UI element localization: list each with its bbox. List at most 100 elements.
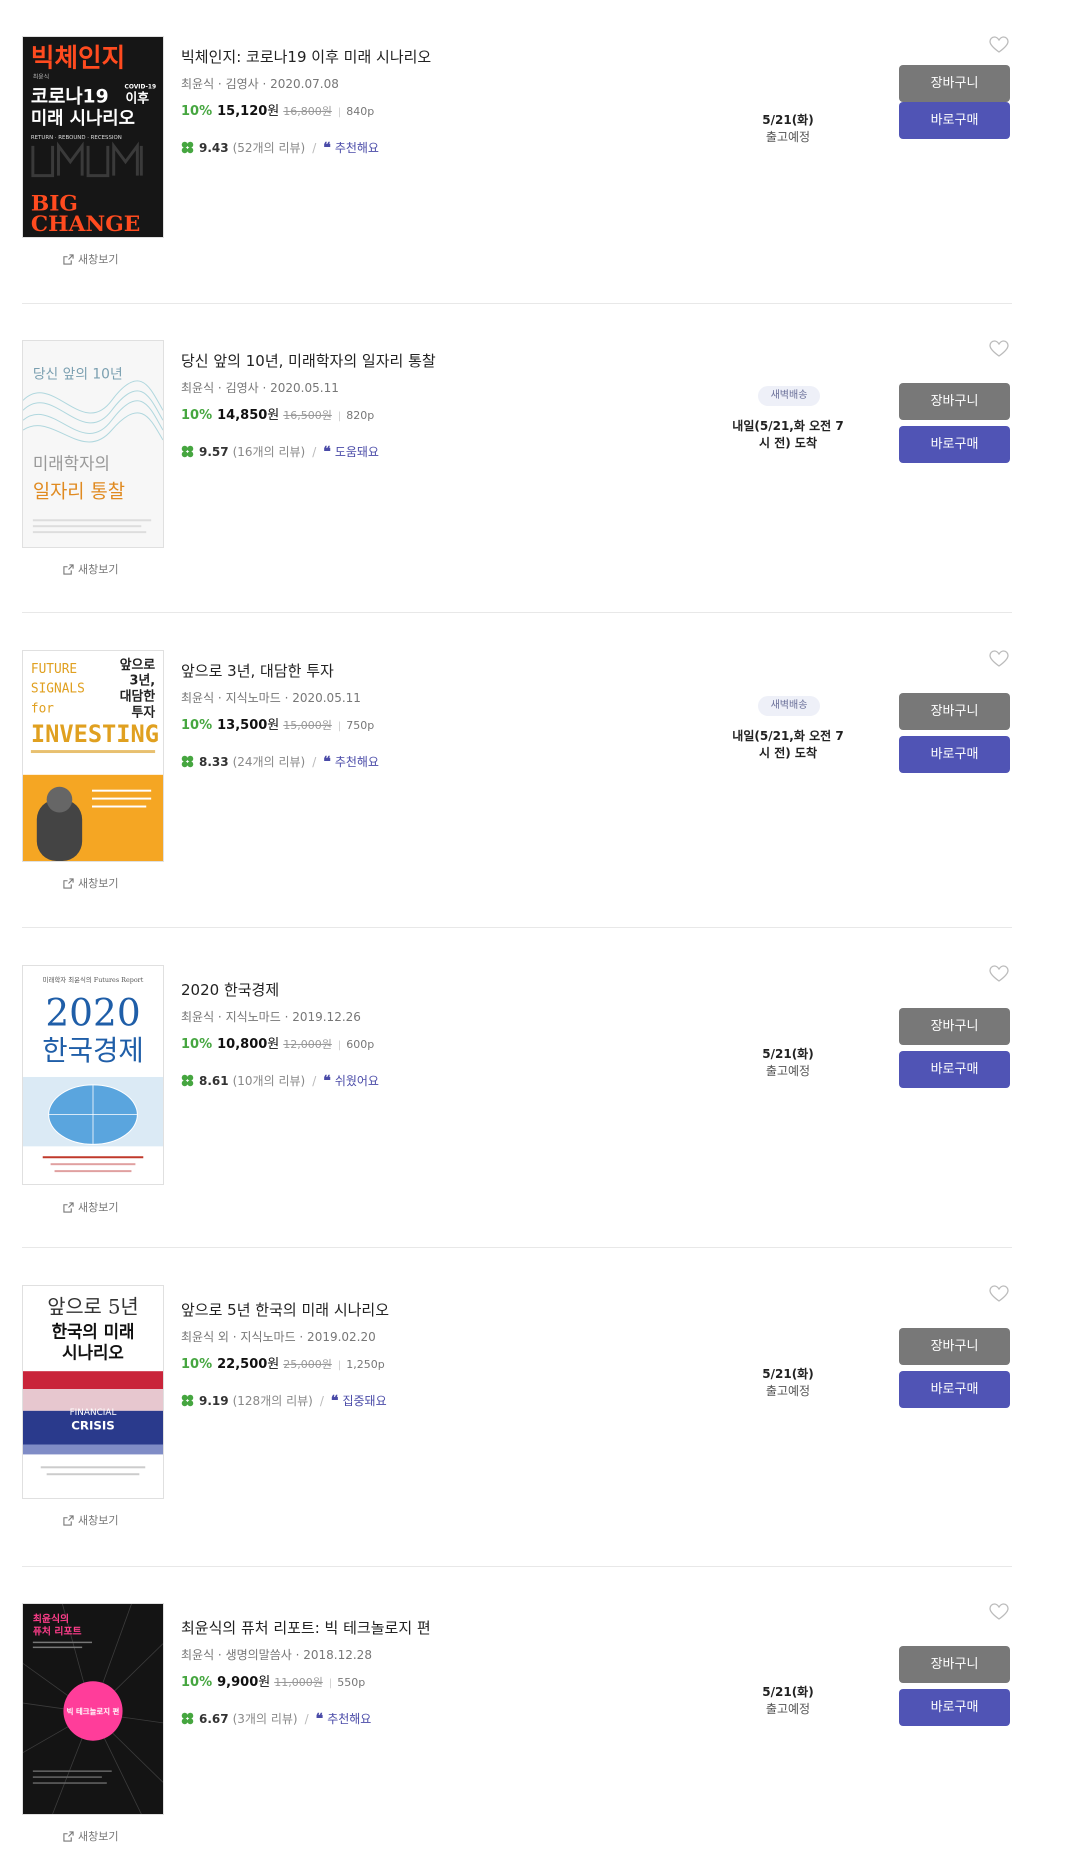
- shipping-info: 내일(5/21,화 오전 7 시 전) 도착: [728, 418, 848, 452]
- shipping-status: 출고예정: [765, 1064, 811, 1078]
- external-link-icon: [63, 1201, 74, 1213]
- shipping-date: 5/21(화): [762, 1367, 814, 1381]
- cover-text: 퓨처 리포트: [33, 1625, 82, 1638]
- new-window-link[interactable]: 새창보기: [63, 1512, 118, 1528]
- clover-icon: [181, 1074, 194, 1087]
- heart-icon[interactable]: [989, 1603, 1009, 1621]
- book-meta: 최윤식 외 · 지식노마드 · 2019.02.20: [181, 1330, 376, 1344]
- add-to-cart-button[interactable]: 장바구니: [899, 693, 1010, 730]
- review-count[interactable]: (10개의 리뷰): [233, 1072, 306, 1089]
- cover-text: 최윤식의: [33, 1612, 69, 1625]
- cover-text: 앞으로 5년: [47, 1296, 138, 1319]
- book-cover[interactable]: 당신 앞의 10년 미래학자의 일자리 통찰: [22, 340, 164, 548]
- shipping-date: 5/21(화): [762, 113, 814, 127]
- add-to-cart-button[interactable]: 장바구니: [899, 1008, 1010, 1045]
- rating-line: 9.19 (128개의 리뷰) / ❝ 집중돼요: [181, 1392, 387, 1409]
- book-title[interactable]: 당신 앞의 10년, 미래학자의 일자리 통찰: [181, 350, 436, 371]
- review-count[interactable]: (128개의 리뷰): [233, 1392, 313, 1409]
- currency-unit: 원: [258, 1675, 271, 1690]
- clover-icon: [181, 1712, 194, 1725]
- add-to-cart-button[interactable]: 장바구니: [899, 1646, 1010, 1683]
- original-price: 11,000원: [274, 1676, 323, 1689]
- reward-points: 750p: [346, 719, 375, 732]
- heart-icon[interactable]: [989, 36, 1009, 54]
- review-count[interactable]: (3개의 리뷰): [233, 1710, 298, 1727]
- divider: [22, 1566, 1012, 1567]
- new-window-label: 새창보기: [78, 1201, 119, 1214]
- cover-text: CHANGE: [31, 212, 140, 237]
- new-window-link[interactable]: 새창보기: [63, 1828, 118, 1844]
- book-title[interactable]: 최윤식의 퓨처 리포트: 빅 테크놀로지 편: [181, 1617, 431, 1638]
- add-to-cart-button[interactable]: 장바구니: [899, 65, 1010, 102]
- rating-line: 8.61 (10개의 리뷰) / ❝ 쉬웠어요: [181, 1072, 379, 1089]
- cover-text: 미래학자 최윤식의 Futures Report: [43, 975, 144, 984]
- book-title[interactable]: 빅체인지: 코로나19 이후 미래 시나리오: [181, 46, 431, 67]
- book-title[interactable]: 2020 한국경제: [181, 979, 279, 1000]
- book-cover[interactable]: 미래학자 최윤식의 Futures Report 2020 한국경제: [22, 965, 164, 1185]
- sale-price: 14,850: [217, 408, 268, 423]
- external-link-icon: [63, 1514, 74, 1526]
- new-window-link[interactable]: 새창보기: [63, 561, 118, 577]
- cover-text: 코로나19: [31, 85, 109, 107]
- buy-now-button[interactable]: 바로구매: [899, 1689, 1010, 1726]
- cover-text: 시나리오: [62, 1342, 124, 1362]
- book-meta: 최윤식 · 김영사 · 2020.07.08: [181, 77, 339, 91]
- new-window-link[interactable]: 새창보기: [63, 251, 118, 267]
- review-count[interactable]: (24개의 리뷰): [233, 753, 306, 770]
- heart-icon[interactable]: [989, 965, 1009, 983]
- add-to-cart-button[interactable]: 장바구니: [899, 383, 1010, 420]
- cover-text: 한국경제: [42, 1034, 144, 1067]
- new-window-link[interactable]: 새창보기: [63, 875, 118, 891]
- book-cover[interactable]: 빅체인지 최윤식 COVID-19 코로나19 이후 미래 시나리오 RETUR…: [22, 36, 164, 238]
- buy-now-button[interactable]: 바로구매: [899, 736, 1010, 773]
- clover-icon: [181, 755, 194, 768]
- clover-icon: [181, 141, 194, 154]
- shipping-info: 5/21(화) 출고예정: [728, 1046, 848, 1080]
- cover-text: 일자리 통찰: [33, 480, 125, 502]
- rating-score: 9.57: [199, 444, 229, 459]
- clover-icon: [181, 1394, 194, 1407]
- rating-score: 8.61: [199, 1073, 229, 1088]
- divider: [22, 303, 1012, 304]
- original-price: 15,000원: [283, 719, 332, 732]
- shipping-date: 5/21(화): [762, 1047, 814, 1061]
- cover-text: 3년,: [130, 674, 156, 689]
- cover-text: 한국의 미래: [52, 1321, 135, 1341]
- add-to-cart-button[interactable]: 장바구니: [899, 1328, 1010, 1365]
- book-title[interactable]: 앞으로 5년 한국의 미래 시나리오: [181, 1299, 389, 1320]
- buy-now-button[interactable]: 바로구매: [899, 1371, 1010, 1408]
- heart-icon[interactable]: [989, 1285, 1009, 1303]
- sale-price: 15,120: [217, 104, 268, 119]
- discount-rate: 10%: [181, 1675, 213, 1690]
- rating-score: 8.33: [199, 754, 229, 769]
- quote-icon: ❝: [330, 1392, 339, 1409]
- new-window-link[interactable]: 새창보기: [63, 1199, 118, 1215]
- shipping-status: 시 전) 도착: [758, 436, 817, 450]
- heart-icon[interactable]: [989, 650, 1009, 668]
- separator: /: [312, 140, 317, 155]
- shipping-status: 출고예정: [765, 1702, 811, 1716]
- buy-now-button[interactable]: 바로구매: [899, 426, 1010, 463]
- currency-unit: 원: [267, 718, 280, 733]
- review-keyword: 추천해요: [327, 1712, 372, 1726]
- dawn-delivery-badge: 새벽배송: [758, 696, 820, 716]
- heart-icon[interactable]: [989, 340, 1009, 358]
- buy-now-button[interactable]: 바로구매: [899, 1051, 1010, 1088]
- book-cover[interactable]: FUTURE SIGNALS for INVESTING 앞으로 3년, 대담한…: [22, 650, 164, 862]
- cover-text: FUTURE: [31, 662, 77, 677]
- original-price: 12,000원: [283, 1038, 332, 1051]
- divider: [22, 1247, 1012, 1248]
- separator: |: [337, 1040, 342, 1051]
- book-cover[interactable]: 앞으로 5년 한국의 미래 시나리오 FINANCIAL CRISIS: [22, 1285, 164, 1499]
- dawn-delivery-badge: 새벽배송: [758, 386, 820, 406]
- currency-unit: 원: [267, 104, 280, 119]
- review-count[interactable]: (52개의 리뷰): [233, 139, 306, 156]
- book-title[interactable]: 앞으로 3년, 대담한 투자: [181, 660, 334, 681]
- book-cover[interactable]: 최윤식의 퓨처 리포트 빅 테크놀로지 편: [22, 1603, 164, 1815]
- cover-text: for: [31, 701, 54, 716]
- buy-now-button[interactable]: 바로구매: [899, 102, 1010, 139]
- review-count[interactable]: (16개의 리뷰): [233, 443, 306, 460]
- sale-price: 22,500: [217, 1357, 268, 1372]
- new-window-label: 새창보기: [78, 877, 119, 890]
- original-price: 16,800원: [283, 105, 332, 118]
